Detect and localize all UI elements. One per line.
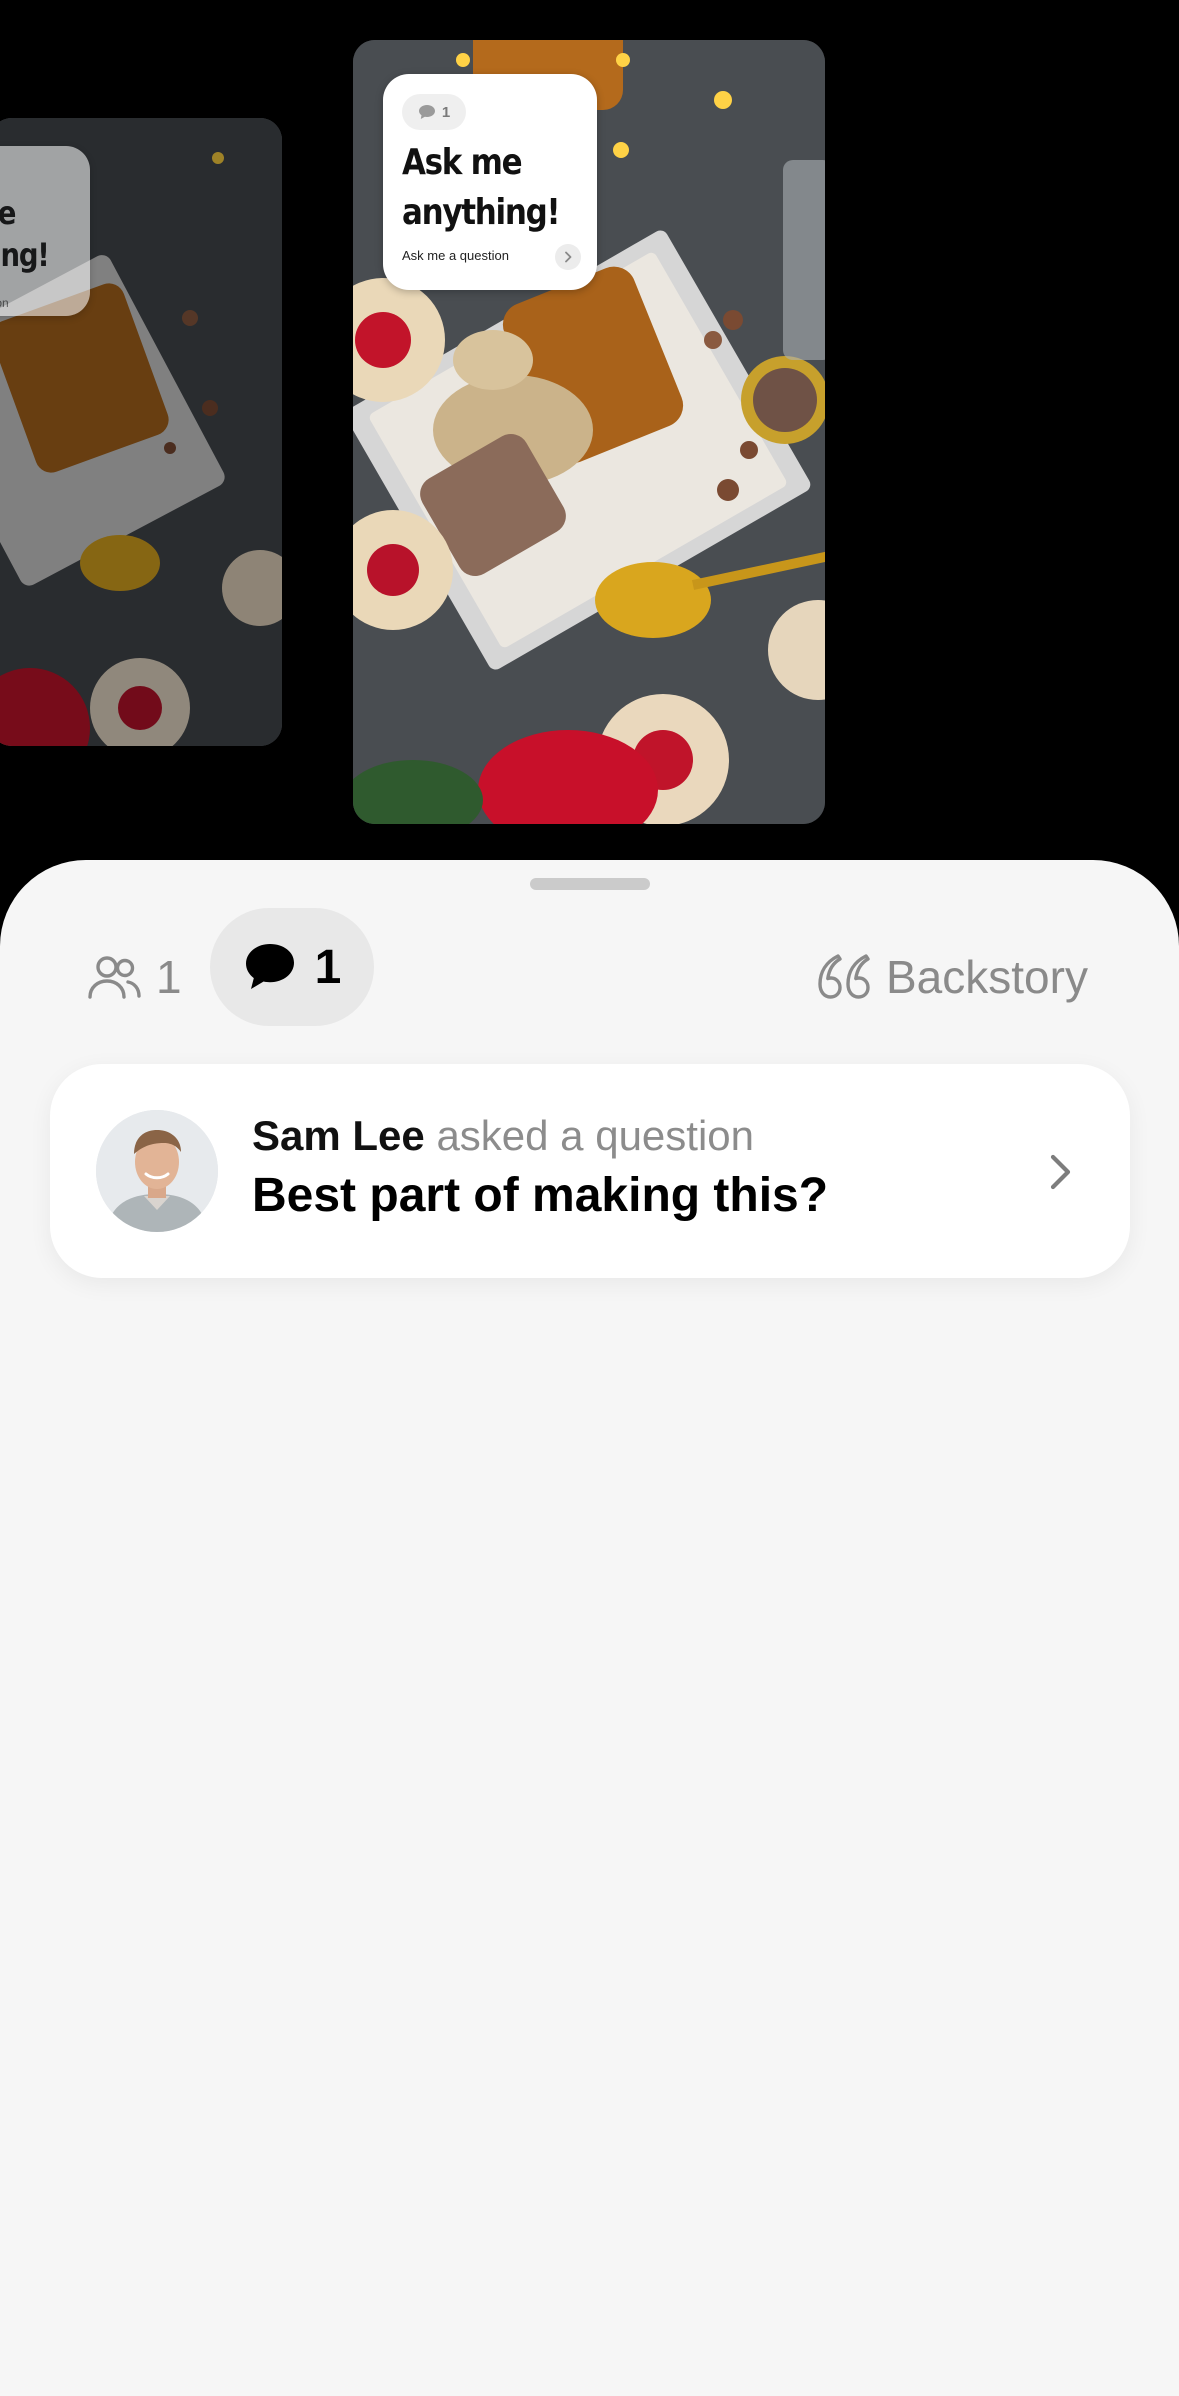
- story-thumbnail-previous[interactable]: Ask me anything! Ask me a question: [0, 118, 282, 746]
- sticker-title: Ask me anything!: [0, 194, 50, 274]
- sticker-question-count: 1: [402, 94, 466, 130]
- ask-me-anything-sticker-previous: Ask me anything! Ask me a question: [0, 146, 90, 316]
- sticker-count-value: 1: [441, 103, 451, 121]
- quote-icon: [818, 954, 870, 999]
- viewers-count: 1: [156, 951, 182, 1003]
- question-action: asked a question: [436, 1112, 755, 1159]
- sticker-title: Ask me anything!: [402, 142, 561, 233]
- question-card[interactable]: Sam Lee asked a question Best part of ma…: [50, 1064, 1130, 1278]
- question-text: Best part of making this?: [252, 1169, 829, 1222]
- speech-bubble-icon: [245, 944, 294, 989]
- sticker-subtitle: Ask me a question: [0, 296, 9, 310]
- screen: Ask me anything! Ask me a question: [0, 0, 1179, 2396]
- sheet-grabber[interactable]: [530, 878, 650, 890]
- tab-questions[interactable]: 1: [210, 908, 374, 1026]
- backstory-label: Backstory: [886, 951, 1088, 1003]
- activity-sheet: 1 1 Backstory Sam Lee asked a question B…: [0, 860, 1179, 2396]
- question-meta: Sam Lee asked a question: [252, 1112, 754, 1160]
- avatar: [96, 1110, 218, 1232]
- chevron-right-icon: [1050, 1154, 1071, 1190]
- tab-viewers[interactable]: 1: [86, 948, 182, 1006]
- ask-me-anything-sticker[interactable]: 1 Ask me anything! Ask me a question: [383, 74, 597, 290]
- tab-backstory[interactable]: Backstory: [816, 948, 1088, 1006]
- sticker-arrow-button[interactable]: [555, 244, 581, 270]
- question-author: Sam Lee: [252, 1112, 425, 1159]
- sticker-subtitle: Ask me a question: [402, 248, 509, 263]
- chevron-right-icon: [565, 251, 572, 263]
- story-thumbnail-current[interactable]: 1 Ask me anything! Ask me a question: [353, 40, 825, 824]
- people-icon: [88, 956, 141, 999]
- questions-count: 1: [314, 940, 342, 994]
- speech-bubble-icon: [418, 105, 435, 119]
